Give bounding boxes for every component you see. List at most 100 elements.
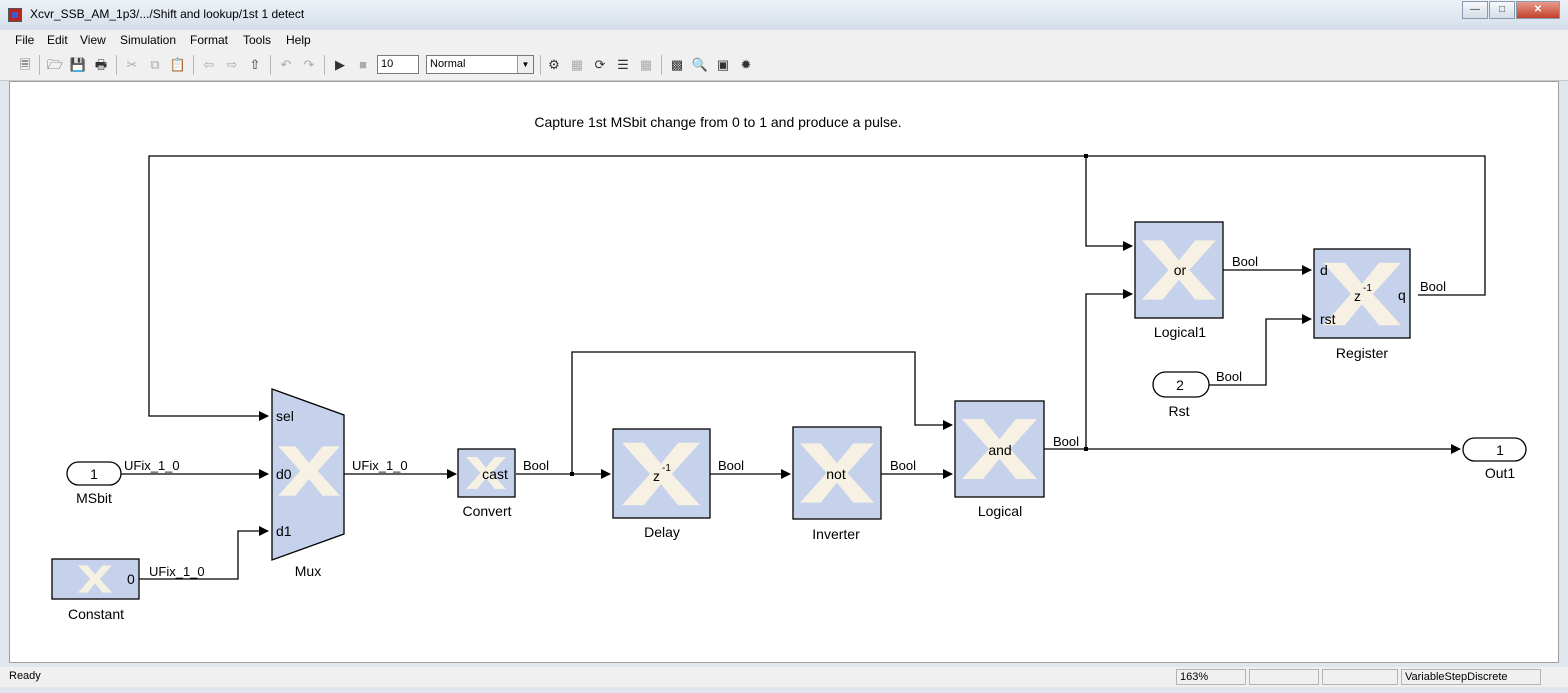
back-icon[interactable]: ⇦ [200,56,218,74]
inport-rst-number: 2 [1176,377,1184,393]
simulation-mode-select[interactable]: Normal ▼ [426,55,534,74]
close-button[interactable]: ✕ [1516,1,1560,19]
copy-icon[interactable]: ⧉ [146,56,164,74]
model-explorer-icon[interactable]: 🔍 [691,56,709,74]
status-field-empty-2 [1322,669,1398,685]
block-convert[interactable]: cast Convert [457,448,516,519]
status-text: Ready [9,670,41,682]
feedback-wire[interactable] [148,155,1486,421]
solver-name: VariableStepDiscrete [1401,669,1541,685]
mux-port-sel: sel [276,408,294,424]
cut-icon[interactable]: ✂ [123,56,141,74]
block-register[interactable]: d rst q z -1 Register [1313,248,1411,361]
maximize-button[interactable]: □ [1489,1,1515,19]
target-icon[interactable]: ✹ [737,56,755,74]
signal-label-constant: UFix_1_0 [149,564,205,579]
delay-label: Delay [644,524,680,540]
block-logical[interactable]: and Logical [954,400,1045,519]
outport-out1-number: 1 [1496,442,1504,458]
signal-label-logical1: Bool [1232,254,1258,269]
block-delay[interactable]: z -1 Delay [612,428,711,540]
register-exponent: -1 [1363,283,1372,294]
window-title: Xcvr_SSB_AM_1p3/.../Shift and lookup/1st… [30,7,305,21]
annotation-text: Capture 1st MSbit change from 0 to 1 and… [534,114,901,130]
debugger-icon[interactable]: ▣ [714,56,732,74]
mux-port-d0: d0 [276,466,292,482]
inport-msbit[interactable]: 1 MSbit [66,461,122,506]
model-advisor-icon[interactable]: ☰ [614,56,632,74]
block-inverter[interactable]: not Inverter [792,426,882,542]
paste-icon[interactable]: 📋 [169,56,187,74]
register-port-q: q [1398,287,1406,303]
window-controls: — □ ✕ [1461,1,1560,19]
menu-file[interactable]: File [15,33,34,47]
register-text: z [1354,288,1361,304]
print-icon[interactable]: 🖶 [92,56,110,74]
menu-simulation[interactable]: Simulation [120,33,176,47]
toolbar: 🗏 🗁 💾 🖶 ✂ ⧉ 📋 ⇦ ⇨ ⇧ ↶ ↷ ▶ ■ 10 Normal ▼ ⚙… [0,50,1568,81]
menu-edit[interactable]: Edit [47,33,68,47]
outport-out1-label: Out1 [1485,465,1516,481]
menu-bar: File Edit View Simulation Format Tools H… [0,30,1568,50]
signal-label-msbit: UFix_1_0 [124,458,180,473]
inport-msbit-label: MSbit [76,490,112,506]
signal-label-delay: Bool [718,458,744,473]
constant-label: Constant [68,606,124,622]
forward-icon[interactable]: ⇨ [223,56,241,74]
minimize-button[interactable]: — [1462,1,1488,19]
signal-label-convert: Bool [523,458,549,473]
delay-exponent: -1 [662,463,671,474]
open-icon[interactable]: 🗁 [46,56,64,74]
menu-help[interactable]: Help [286,33,311,47]
constant-value: 0 [127,571,135,587]
inport-rst[interactable]: 2 Rst [1152,371,1210,419]
outport-out1[interactable]: 1 Out1 [1462,437,1527,481]
logical1-label: Logical1 [1154,324,1206,340]
feedback-to-or-wire[interactable] [1085,156,1133,251]
signal-label-register: Bool [1420,279,1446,294]
inverter-text: not [826,466,846,482]
update-diagram-icon[interactable]: ⚙ [545,56,563,74]
mux-label: Mux [295,563,321,579]
signal-label-rst: Bool [1216,369,1242,384]
redo-icon[interactable]: ↷ [300,56,318,74]
register-label: Register [1336,345,1388,361]
stop-icon[interactable]: ■ [354,56,372,74]
simulink-model-icon [8,8,22,22]
profile-icon[interactable]: ▦ [637,56,655,74]
logical1-text: or [1174,262,1187,278]
inport-rst-label: Rst [1169,403,1190,419]
inport-msbit-number: 1 [90,466,98,482]
register-port-d: d [1320,262,1328,278]
logical-text: and [988,442,1011,458]
build-icon[interactable]: ▦ [568,56,586,74]
library-browser-icon[interactable]: ▩ [668,56,686,74]
convert-label: Convert [462,503,511,519]
zoom-level: 163% [1176,669,1246,685]
signal-label-inverter: Bool [890,458,916,473]
run-icon[interactable]: ▶ [331,56,349,74]
menu-tools[interactable]: Tools [243,33,271,47]
block-logical1[interactable]: or Logical1 [1134,221,1224,340]
signal-label-logical: Bool [1053,434,1079,449]
model-canvas[interactable]: Capture 1st MSbit change from 0 to 1 and… [9,81,1559,663]
mux-port-d1: d1 [276,523,292,539]
simulation-mode-value: Normal [430,58,466,70]
convert-text: cast [482,466,508,482]
save-icon[interactable]: 💾 [69,56,87,74]
undo-icon[interactable]: ↶ [277,56,295,74]
block-constant[interactable]: 0 Constant [51,558,140,622]
up-to-parent-icon[interactable]: ⇧ [246,56,264,74]
chevron-down-icon[interactable]: ▼ [517,56,533,73]
menu-view[interactable]: View [80,33,106,47]
block-mux[interactable]: sel d0 d1 Mux [271,388,345,579]
menu-format[interactable]: Format [190,33,228,47]
stop-time-input[interactable]: 10 [377,55,419,74]
new-model-icon[interactable]: 🗏 [16,56,34,74]
refresh-icon[interactable]: ⟳ [591,56,609,74]
logical-to-or-wire[interactable] [1085,289,1133,449]
title-bar: Xcvr_SSB_AM_1p3/.../Shift and lookup/1st… [0,0,1568,31]
register-port-rst: rst [1320,311,1336,327]
status-field-empty-1 [1249,669,1319,685]
signal-label-mux: UFix_1_0 [352,458,408,473]
